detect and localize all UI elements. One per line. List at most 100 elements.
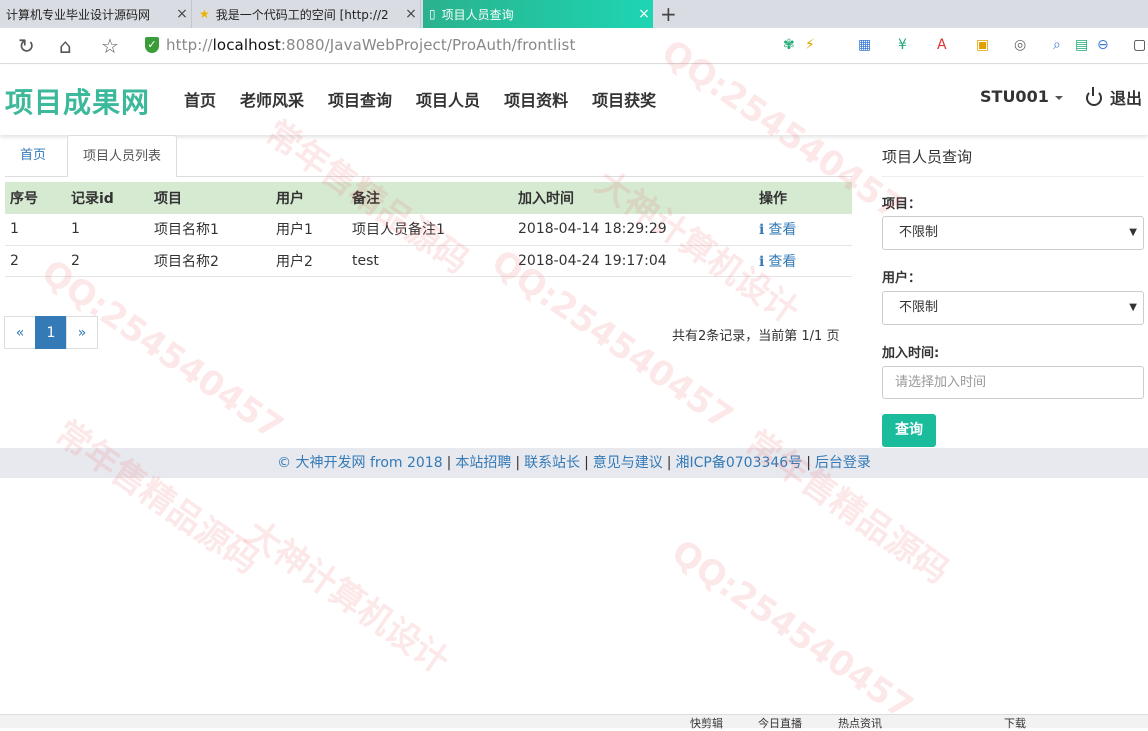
star-icon[interactable]: ☆ bbox=[101, 34, 119, 58]
member-table: 序号 记录id 项目 用户 备注 加入时间 操作 1 1 项目名称1 用户1 项… bbox=[5, 182, 852, 277]
footer-link-icp[interactable]: 湘ICP备0703346号 bbox=[676, 455, 803, 471]
home-icon[interactable]: ⌂ bbox=[59, 34, 72, 58]
tab-home[interactable]: 首页 bbox=[5, 135, 61, 177]
url-prefix: http:// bbox=[166, 36, 213, 54]
view-link[interactable]: i 查看 bbox=[759, 222, 796, 238]
cell-id: 1 bbox=[66, 214, 149, 246]
table-header-row: 序号 记录id 项目 用户 备注 加入时间 操作 bbox=[5, 182, 852, 214]
close-icon[interactable]: × bbox=[173, 6, 191, 22]
next-page-button[interactable]: » bbox=[66, 316, 98, 349]
tab-title: 计算机专业毕业设计源码网 bbox=[6, 7, 151, 22]
menu-item-project-members[interactable]: 项目人员 bbox=[416, 87, 480, 111]
view-link[interactable]: i 查看 bbox=[759, 254, 796, 270]
url-field[interactable]: http://localhost:8080/JavaWebProject/Pro… bbox=[166, 36, 575, 54]
query-button[interactable]: 查询 bbox=[882, 414, 936, 447]
site-header: 项目成果网 首页 老师风采 项目查询 项目人员 项目资料 项目获奖 STU001… bbox=[0, 65, 1148, 135]
apps-icon[interactable]: ▦ bbox=[858, 37, 871, 53]
browser-status-bar: 快剪辑 今日直播 热点资讯 下载 bbox=[0, 714, 1148, 731]
cell-no: 2 bbox=[5, 245, 66, 277]
sidebar-title: 项目人员查询 bbox=[882, 148, 973, 166]
main-menu: 首页 老师风采 项目查询 项目人员 项目资料 项目获奖 bbox=[184, 87, 680, 111]
col-header-action: 操作 bbox=[754, 182, 852, 214]
tab-title: 我是一个代码工的空间 [http://2 bbox=[215, 7, 389, 22]
menu-item-home[interactable]: 首页 bbox=[184, 87, 216, 111]
view-label: 查看 bbox=[768, 222, 797, 239]
close-icon[interactable]: × bbox=[635, 6, 653, 22]
browser-tab[interactable]: 计算机专业毕业设计源码网 × bbox=[0, 0, 192, 28]
menu-item-project-files[interactable]: 项目资料 bbox=[504, 87, 568, 111]
footer-link-contact[interactable]: 联系站长 bbox=[524, 455, 580, 471]
lightning-icon[interactable]: ⚡ bbox=[805, 37, 815, 53]
table-row: 1 1 项目名称1 用户1 项目人员备注1 2018-04-14 18:29:2… bbox=[5, 214, 852, 246]
project-select[interactable]: 不限制 ▼ bbox=[882, 216, 1144, 250]
star-icon: ★ bbox=[199, 7, 210, 21]
cell-note: 项目人员备注1 bbox=[347, 214, 513, 246]
user-menu[interactable]: STU001 bbox=[980, 87, 1063, 106]
col-header-user: 用户 bbox=[271, 182, 347, 214]
info-icon: i bbox=[759, 222, 765, 239]
logout-button[interactable]: 退出 bbox=[1086, 85, 1142, 109]
time-input[interactable]: 请选择加入时间 bbox=[882, 366, 1144, 399]
browser-tab[interactable]: ★ 我是一个代码工的空间 [http://2 × bbox=[193, 0, 421, 28]
url-host: localhost bbox=[212, 36, 281, 54]
cell-project: 项目名称1 bbox=[149, 214, 271, 246]
status-item-live[interactable]: 今日直播 bbox=[758, 715, 802, 731]
divider bbox=[882, 176, 1144, 177]
currency-icon[interactable]: ¥ bbox=[898, 37, 907, 53]
cell-time: 2018-04-14 18:29:29 bbox=[513, 214, 754, 246]
time-label: 加入时间: bbox=[882, 346, 940, 361]
search-icon[interactable]: ⌕ bbox=[1053, 37, 1061, 53]
cell-time: 2018-04-24 19:17:04 bbox=[513, 245, 754, 277]
close-icon[interactable]: × bbox=[402, 6, 420, 22]
menu-item-project-query[interactable]: 项目查询 bbox=[328, 87, 392, 111]
caret-down-icon bbox=[1054, 95, 1063, 100]
book-icon[interactable]: ▤ bbox=[1075, 37, 1088, 53]
cell-project: 项目名称2 bbox=[149, 245, 271, 277]
footer-link-jobs[interactable]: 本站招聘 bbox=[455, 455, 511, 471]
cell-no: 1 bbox=[5, 214, 66, 246]
pager-info: 共有2条记录，当前第 1/1 页 bbox=[672, 329, 840, 344]
user-select[interactable]: 不限制 ▼ bbox=[882, 291, 1144, 325]
status-item-news[interactable]: 热点资讯 bbox=[838, 715, 882, 731]
minus-icon[interactable]: ⊖ bbox=[1097, 37, 1109, 53]
reload-icon[interactable]: ↻ bbox=[18, 34, 35, 58]
status-item-clip[interactable]: 快剪辑 bbox=[690, 715, 723, 731]
cell-action: i 查看 bbox=[754, 214, 852, 246]
menu-item-project-awards[interactable]: 项目获奖 bbox=[592, 87, 656, 111]
status-item-download[interactable]: 下载 bbox=[1004, 715, 1026, 731]
info-icon: i bbox=[759, 253, 765, 270]
site-footer: © 大神开发网 from 2018 | 本站招聘 | 联系站长 | 意见与建议 | 湘ICP备0… bbox=[0, 448, 1148, 478]
footer-link-admin[interactable]: 后台登录 bbox=[815, 455, 871, 471]
watermark: 常年售精品源码 bbox=[48, 412, 266, 583]
url-path: :8080/JavaWebProject/ProAuth/frontlist bbox=[280, 36, 576, 54]
menu-item-teachers[interactable]: 老师风采 bbox=[240, 87, 304, 111]
cell-action: i 查看 bbox=[754, 245, 852, 277]
col-header-id: 记录id bbox=[66, 182, 149, 214]
watermark: 大神计算机设计 bbox=[238, 512, 456, 683]
bookmark-icon[interactable]: ▣ bbox=[976, 37, 989, 53]
cell-note: test bbox=[347, 245, 513, 277]
user-select-value: 不限制 bbox=[899, 300, 939, 315]
watermark: QQ:254540457 bbox=[34, 252, 291, 448]
user-label: 用户： bbox=[882, 271, 922, 286]
window-icon[interactable]: ▢ bbox=[1133, 37, 1146, 53]
footer-link-feedback[interactable]: 意见与建议 bbox=[593, 455, 663, 471]
page-button-current[interactable]: 1 bbox=[35, 316, 67, 349]
prev-page-button[interactable]: « bbox=[4, 316, 36, 349]
browser-tab-active[interactable]: ▯ 项目人员查询 × bbox=[423, 0, 653, 28]
tab-member-list[interactable]: 项目人员列表 bbox=[67, 135, 178, 177]
browser-tab-bar: 计算机专业毕业设计源码网 × ★ 我是一个代码工的空间 [http://2 × … bbox=[0, 0, 1148, 28]
tab-title: 项目人员查询 bbox=[441, 7, 514, 22]
copyright: © 大神开发网 from 2018 bbox=[277, 455, 443, 471]
game-icon[interactable]: ◎ bbox=[1014, 37, 1026, 53]
cell-user: 用户2 bbox=[271, 245, 347, 277]
project-select-value: 不限制 bbox=[899, 225, 939, 240]
new-tab-button[interactable]: + bbox=[660, 2, 677, 26]
content-tabs: 首页 项目人员列表 bbox=[5, 135, 852, 177]
translate-icon[interactable]: A bbox=[937, 37, 947, 53]
pagination: « 1 » bbox=[4, 316, 98, 349]
brand-logo[interactable]: 项目成果网 bbox=[5, 81, 150, 121]
extension-icon[interactable]: ✾ bbox=[783, 37, 795, 53]
col-header-note: 备注 bbox=[347, 182, 513, 214]
col-header-project: 项目 bbox=[149, 182, 271, 214]
